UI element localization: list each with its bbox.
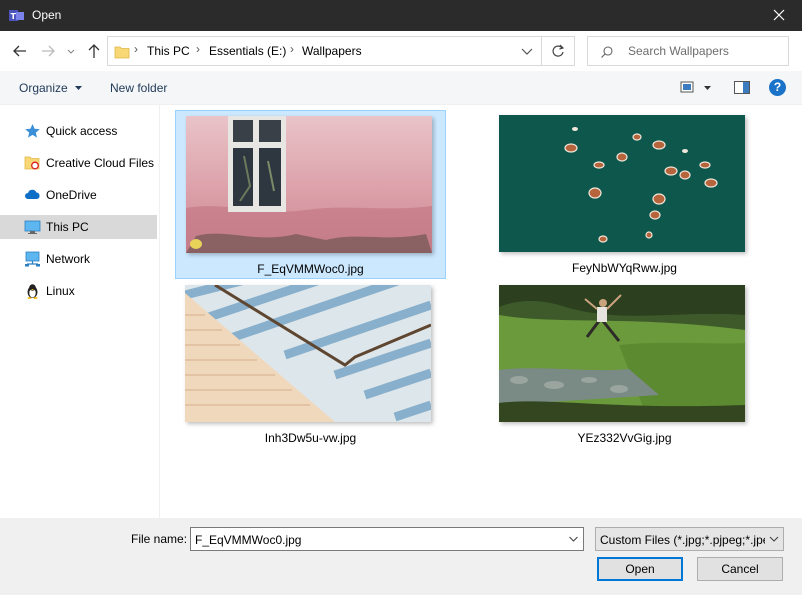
- preview-pane-button[interactable]: [733, 80, 751, 96]
- file-name-input[interactable]: F_EqVMMWoc0.jpg: [190, 527, 584, 551]
- back-button[interactable]: [10, 41, 30, 61]
- svg-text:T: T: [11, 12, 17, 21]
- navigation-pane: Quick access Creative Cloud Files OneDri…: [0, 105, 160, 518]
- organize-menu[interactable]: Organize: [19, 81, 83, 95]
- file-name-label: Inh3Dw5u-vw.jpg: [264, 431, 357, 445]
- file-tile[interactable]: Inh3Dw5u-vw.jpg: [175, 280, 446, 449]
- breadcrumb-separator: ›: [196, 42, 200, 56]
- penguin-icon: [27, 284, 38, 299]
- sidebar-item-this-pc[interactable]: This PC: [0, 215, 157, 239]
- chevron-down-icon: [569, 536, 578, 542]
- file-name-value: F_EqVMMWoc0.jpg: [195, 533, 302, 547]
- file-list: F_EqVMMWoc0.jpg FeyNbWYqRww.jpg Inh3Dw5u…: [160, 105, 802, 518]
- open-button[interactable]: Open: [597, 557, 683, 581]
- refresh-icon: [552, 44, 565, 57]
- breadcrumb-essentials-drive[interactable]: Essentials (E:): [209, 44, 286, 58]
- close-icon: [773, 9, 785, 21]
- cloud-icon: [25, 189, 40, 199]
- file-tile[interactable]: FeyNbWYqRww.jpg: [489, 110, 760, 279]
- file-type-dropdown[interactable]: [765, 528, 783, 550]
- sidebar-item-label: Creative Cloud Files: [46, 156, 155, 170]
- sidebar-item-label: Linux: [46, 284, 75, 298]
- sidebar-item-label: OneDrive: [46, 188, 97, 202]
- address-history-dropdown[interactable]: [513, 36, 541, 66]
- folder-icon: [114, 46, 130, 59]
- file-name-label: FeyNbWYqRww.jpg: [572, 261, 677, 275]
- file-type-value: Custom Files (*.jpg;*.pjpeg;*.jpeg;*.png…: [600, 533, 783, 547]
- recent-locations-button[interactable]: [64, 41, 78, 61]
- sidebar-item-label: Quick access: [46, 124, 118, 138]
- breadcrumb-wallpapers[interactable]: Wallpapers: [302, 44, 362, 58]
- app-icon: T: [9, 10, 24, 21]
- file-name-field-label: File name:: [131, 532, 188, 546]
- sidebar-item-label: This PC: [46, 220, 89, 234]
- help-button[interactable]: ?: [769, 79, 786, 96]
- star-icon: [25, 124, 40, 138]
- file-tile[interactable]: YEz332VvGig.jpg: [489, 280, 760, 449]
- address-bar[interactable]: › This PC › Essentials (E:) › Wallpapers: [107, 36, 541, 66]
- caret-down-icon: [75, 86, 83, 90]
- meadow-jump-thumbnail: [499, 285, 745, 422]
- chevron-down-icon: [67, 49, 75, 54]
- search-icon: [601, 46, 613, 58]
- close-button[interactable]: [756, 0, 802, 31]
- sidebar-item-network[interactable]: Network: [0, 247, 157, 271]
- teal-water-thumbnail: [499, 115, 745, 252]
- sidebar-item-label: Network: [46, 252, 91, 266]
- file-type-select[interactable]: Custom Files (*.jpg;*.pjpeg;*.jpeg;*.png…: [595, 527, 784, 551]
- breadcrumb-this-pc[interactable]: This PC: [147, 44, 190, 58]
- computer-icon: [24, 220, 41, 234]
- creative-cloud-folder-icon: [24, 156, 40, 170]
- window-title: Open: [32, 8, 62, 22]
- pink-wall-thumbnail: [186, 116, 432, 253]
- view-thumbnails-icon: [680, 81, 711, 93]
- forward-button[interactable]: [38, 41, 58, 61]
- up-button[interactable]: [84, 41, 104, 61]
- organize-label: Organize: [19, 81, 68, 95]
- file-tile[interactable]: F_EqVMMWoc0.jpg: [175, 110, 446, 279]
- search-placeholder: Search Wallpapers: [628, 44, 729, 58]
- view-options-button[interactable]: [679, 80, 715, 96]
- breadcrumb-separator: ›: [134, 42, 138, 56]
- file-name-label: YEz332VvGig.jpg: [577, 431, 672, 445]
- sidebar-item-creative-cloud-files[interactable]: Creative Cloud Files: [0, 151, 157, 175]
- breadcrumb-separator: ›: [290, 42, 294, 56]
- staircase-thumbnail: [185, 285, 431, 422]
- search-input[interactable]: Search Wallpapers: [587, 36, 789, 66]
- arrow-up-icon: [88, 44, 100, 58]
- arrow-left-icon: [13, 45, 26, 57]
- arrow-right-icon: [42, 45, 55, 57]
- preview-pane-icon: [734, 81, 750, 94]
- sidebar-item-onedrive[interactable]: OneDrive: [0, 183, 157, 207]
- network-icon: [25, 251, 40, 267]
- file-name-label: F_EqVMMWoc0.jpg: [257, 262, 364, 276]
- chevron-down-icon: [769, 536, 779, 542]
- new-folder-button[interactable]: New folder: [110, 81, 167, 95]
- chevron-down-icon: [521, 48, 533, 55]
- refresh-button[interactable]: [541, 36, 575, 66]
- cancel-button[interactable]: Cancel: [697, 557, 783, 581]
- title-bar: T Open: [0, 0, 802, 31]
- sidebar-item-quick-access[interactable]: Quick access: [0, 119, 157, 143]
- sidebar-item-linux[interactable]: Linux: [0, 279, 157, 303]
